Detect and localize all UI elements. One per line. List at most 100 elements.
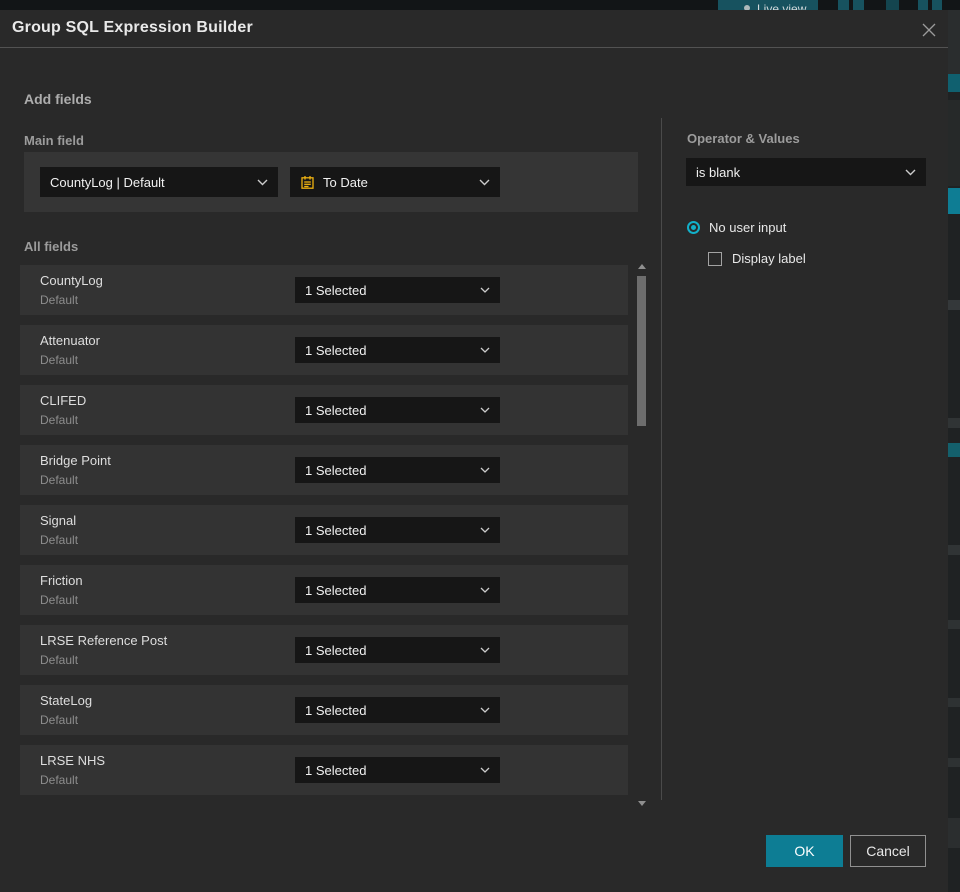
radio-selected-icon: [687, 221, 700, 234]
background-fragment: [948, 300, 960, 310]
toolbar-button-fragment: [838, 0, 849, 10]
background-fragment: [948, 74, 960, 92]
selected-count: 1 Selected: [305, 282, 367, 298]
ok-button[interactable]: OK: [766, 835, 843, 867]
field-subtitle: Default: [40, 413, 79, 427]
field-row-lrse-nhs: LRSE NHS Default 1 Selected: [20, 745, 628, 795]
operator-select-value: is blank: [696, 164, 741, 180]
field-selected-dropdown[interactable]: 1 Selected: [295, 517, 500, 543]
field-name: Bridge Point: [40, 453, 111, 468]
fields-scrollbar[interactable]: [636, 258, 648, 808]
dialog-title: Group SQL Expression Builder: [12, 19, 253, 36]
background-fragment: [948, 100, 960, 186]
background-fragment: [948, 545, 960, 555]
field-subtitle: Default: [40, 353, 79, 367]
chevron-down-icon: [480, 647, 490, 653]
selected-count: 1 Selected: [305, 342, 367, 358]
all-fields-list: CountyLog Default 1 Selected Attenuator …: [20, 265, 628, 795]
field-subtitle: Default: [40, 473, 79, 487]
background-fragment: [948, 620, 960, 629]
background-fragment: [948, 418, 960, 428]
toolbar-button-fragment: [918, 0, 928, 10]
field-subtitle: Default: [40, 593, 79, 607]
main-field-label: Main field: [24, 133, 84, 148]
no-user-input-radio[interactable]: No user input: [687, 220, 786, 235]
panel-divider: [661, 118, 662, 800]
field-selected-dropdown[interactable]: 1 Selected: [295, 697, 500, 723]
field-subtitle: Default: [40, 533, 79, 547]
toolbar-button-fragment: [853, 0, 864, 10]
field-name: CLIFED: [40, 393, 87, 408]
background-fragment: [948, 10, 960, 74]
main-field-date-select[interactable]: To Date: [290, 167, 500, 197]
field-selected-dropdown[interactable]: 1 Selected: [295, 577, 500, 603]
field-selected-dropdown[interactable]: 1 Selected: [295, 277, 500, 303]
field-selected-dropdown[interactable]: 1 Selected: [295, 337, 500, 363]
background-fragment: [948, 188, 960, 214]
display-label-text: Display label: [732, 251, 806, 266]
no-user-input-label: No user input: [709, 220, 787, 235]
main-field-container: CountyLog | Default To Date: [24, 152, 638, 212]
scroll-up-icon[interactable]: [638, 264, 646, 269]
chevron-down-icon: [480, 527, 490, 533]
field-name: Friction: [40, 573, 83, 588]
live-view-label: Live view: [757, 2, 807, 10]
field-subtitle: Default: [40, 713, 79, 727]
field-row-lrse-reference-post: LRSE Reference Post Default 1 Selected: [20, 625, 628, 675]
background-panel-sliver: [948, 10, 960, 892]
field-selected-dropdown[interactable]: 1 Selected: [295, 457, 500, 483]
selected-count: 1 Selected: [305, 642, 367, 658]
field-selected-dropdown[interactable]: 1 Selected: [295, 397, 500, 423]
group-sql-expression-builder-dialog: Group SQL Expression Builder Add fields …: [0, 10, 948, 892]
screen: Live view Group SQL Expression Builder A…: [0, 0, 960, 892]
background-fragment: [948, 758, 960, 767]
operator-values-heading: Operator & Values: [687, 131, 800, 146]
chevron-down-icon: [480, 467, 490, 473]
field-selected-dropdown[interactable]: 1 Selected: [295, 637, 500, 663]
field-row-bridge-point: Bridge Point Default 1 Selected: [20, 445, 628, 495]
main-field-select[interactable]: CountyLog | Default: [40, 167, 278, 197]
field-row-countylog: CountyLog Default 1 Selected: [20, 265, 628, 315]
close-icon[interactable]: [920, 21, 938, 39]
selected-count: 1 Selected: [305, 402, 367, 418]
background-fragment: [948, 443, 960, 457]
field-row-signal: Signal Default 1 Selected: [20, 505, 628, 555]
background-toolbar-sliver: Live view: [0, 0, 960, 10]
chevron-down-icon: [479, 179, 490, 186]
background-fragment: [948, 818, 960, 848]
chevron-down-icon: [480, 587, 490, 593]
operator-select[interactable]: is blank: [686, 158, 926, 186]
selected-count: 1 Selected: [305, 582, 367, 598]
field-name: LRSE Reference Post: [40, 633, 168, 648]
display-label-checkbox[interactable]: Display label: [708, 251, 806, 266]
dialog-header: Group SQL Expression Builder: [0, 10, 948, 48]
field-name: StateLog: [40, 693, 93, 708]
scrollbar-thumb[interactable]: [637, 276, 646, 426]
main-field-select-value: CountyLog | Default: [50, 174, 165, 190]
field-selected-dropdown[interactable]: 1 Selected: [295, 757, 500, 783]
chevron-down-icon: [480, 287, 490, 293]
toolbar-button-fragment: [932, 0, 942, 10]
chevron-down-icon: [480, 707, 490, 713]
checkbox-unchecked-icon: [708, 251, 722, 266]
toolbar-button-fragment: [886, 0, 899, 10]
calendar-icon: [300, 175, 315, 190]
scroll-down-icon[interactable]: [638, 801, 646, 806]
selected-count: 1 Selected: [305, 762, 367, 778]
field-row-attenuator: Attenuator Default 1 Selected: [20, 325, 628, 375]
chevron-down-icon: [905, 169, 916, 176]
field-name: Signal: [40, 513, 77, 528]
chevron-down-icon: [480, 767, 490, 773]
all-fields-label: All fields: [24, 239, 79, 254]
field-row-clifed: CLIFED Default 1 Selected: [20, 385, 628, 435]
selected-count: 1 Selected: [305, 702, 367, 718]
field-name: LRSE NHS: [40, 753, 106, 768]
selected-count: 1 Selected: [305, 462, 367, 478]
field-row-statelog: StateLog Default 1 Selected: [20, 685, 628, 735]
main-field-date-value: To Date: [323, 174, 368, 190]
field-subtitle: Default: [40, 773, 79, 787]
field-row-friction: Friction Default 1 Selected: [20, 565, 628, 615]
add-fields-heading: Add fields: [24, 91, 92, 107]
cancel-button[interactable]: Cancel: [850, 835, 926, 867]
field-name: CountyLog: [40, 273, 103, 288]
